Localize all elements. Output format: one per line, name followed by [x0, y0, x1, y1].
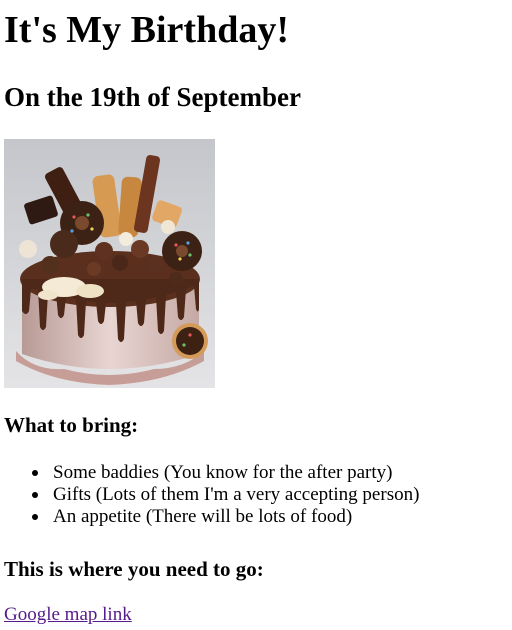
what-to-bring-heading: What to bring: [4, 413, 139, 437]
page-title: It's My Birthday! [4, 9, 289, 51]
list-item: Gifts (Lots of them I'm a very accepting… [4, 484, 504, 506]
bring-list: Some baddies (You know for the after par… [4, 462, 504, 528]
bullet-icon [32, 470, 38, 476]
list-item: Some baddies (You know for the after par… [4, 462, 504, 484]
google-map-link[interactable]: Google map link [4, 604, 132, 626]
bullet-icon [32, 514, 38, 520]
list-item-text: Gifts (Lots of them I'm a very accepting… [53, 484, 420, 505]
list-item: An appetite (There will be lots of food) [4, 506, 504, 528]
location-heading: This is where you need to go: [4, 557, 264, 581]
list-item-text: Some baddies (You know for the after par… [53, 462, 393, 483]
page-subtitle: On the 19th of September [4, 82, 301, 112]
bullet-icon [32, 492, 38, 498]
cake-image [4, 139, 215, 388]
list-item-text: An appetite (There will be lots of food) [53, 506, 353, 527]
